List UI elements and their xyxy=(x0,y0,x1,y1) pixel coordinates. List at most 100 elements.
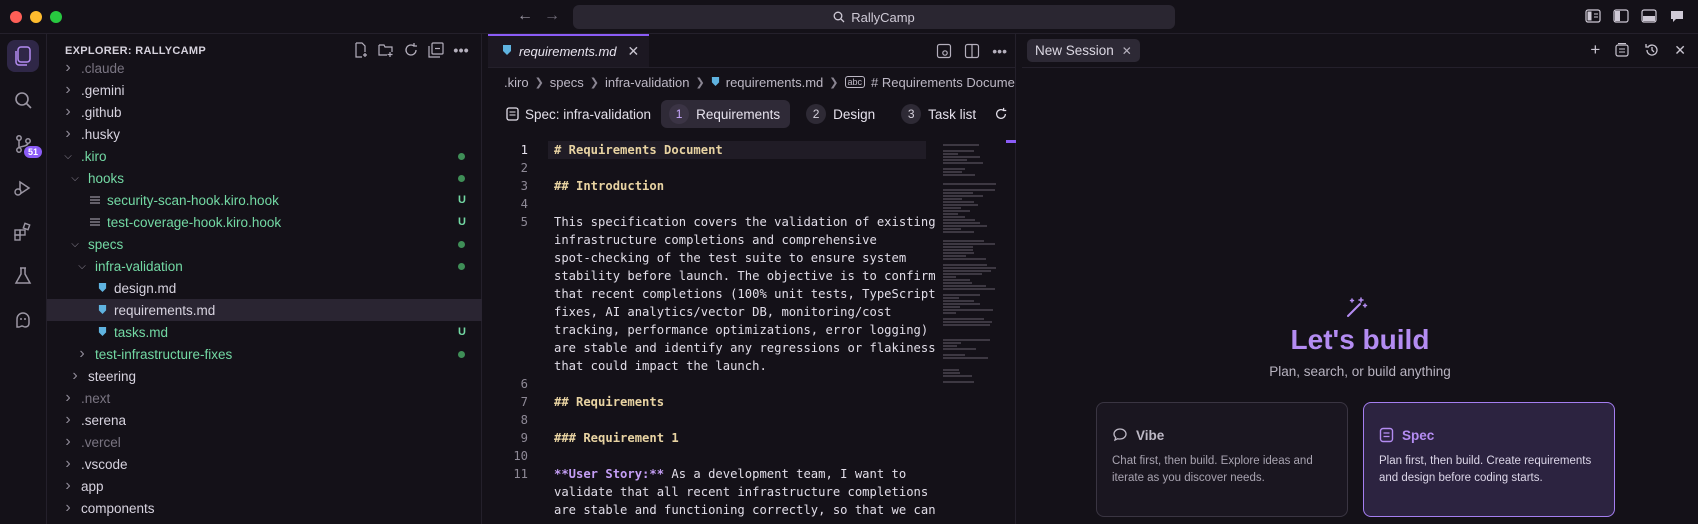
open-preview-icon[interactable] xyxy=(936,43,952,62)
tree-item[interactable]: › app xyxy=(47,475,482,497)
step-requirements[interactable]: 1 Requirements xyxy=(661,100,791,128)
vibe-mode-card[interactable]: Vibe Chat first, then build. Explore ide… xyxy=(1096,402,1348,517)
chevron-down-icon[interactable]: ⌵ xyxy=(68,239,82,250)
line-text: This specification covers the validation… xyxy=(554,215,936,229)
tree-item-label: specs xyxy=(88,236,124,252)
tree-item[interactable]: › test-infrastructure-fixes xyxy=(47,343,482,365)
history-icon[interactable] xyxy=(1644,42,1660,61)
chevron-down-icon[interactable]: ⌵ xyxy=(75,261,89,272)
minimap[interactable] xyxy=(943,144,999,524)
activity-search-icon[interactable] xyxy=(7,84,39,116)
chevron-right-icon[interactable]: › xyxy=(61,433,75,451)
minimap-line xyxy=(943,150,974,152)
tree-item[interactable]: › .gemini xyxy=(47,79,482,101)
tree-item[interactable]: ⌵ hooks xyxy=(47,167,482,189)
editor-more-icon[interactable]: ••• xyxy=(992,43,1007,62)
chevron-down-icon[interactable]: ⌵ xyxy=(61,151,75,162)
spec-mode-card[interactable]: Spec Plan first, then build. Create requ… xyxy=(1363,402,1615,517)
code-line: 7 ## Requirements xyxy=(488,393,938,411)
chevron-right-icon[interactable]: › xyxy=(61,389,75,407)
chevron-right-icon[interactable]: › xyxy=(61,411,75,429)
tree-item[interactable]: ⌵ specs xyxy=(47,233,482,255)
minimap-line xyxy=(943,174,975,176)
chevron-right-icon[interactable]: › xyxy=(61,125,75,143)
tree-item[interactable]: requirements.md xyxy=(47,299,482,321)
close-window-button[interactable] xyxy=(10,11,22,23)
markdown-file-icon xyxy=(96,325,108,340)
tree-item[interactable]: test-coverage-hook.kiro.hook U xyxy=(47,211,482,233)
activity-run-debug-icon[interactable] xyxy=(7,172,39,204)
chevron-right-icon[interactable]: › xyxy=(61,59,75,77)
tree-item[interactable]: › .github xyxy=(47,101,482,123)
tree-item[interactable]: › steering xyxy=(47,365,482,387)
activity-kiro-ghost-icon[interactable] xyxy=(7,304,39,336)
breadcrumb-item[interactable]: specs xyxy=(550,75,584,90)
minimap-line xyxy=(943,324,990,326)
tree-item[interactable]: ⌵ .kiro xyxy=(47,145,482,167)
tree-item[interactable]: tasks.md U xyxy=(47,321,482,343)
chevron-right-icon[interactable]: › xyxy=(61,81,75,99)
refresh-spec-button[interactable]: Re xyxy=(994,107,1015,122)
activity-explorer-icon[interactable] xyxy=(7,40,39,72)
code-line: 11 **User Story:** As a development team,… xyxy=(488,465,938,483)
tree-item[interactable]: ⌵ infra-validation xyxy=(47,255,482,277)
minimize-window-button[interactable] xyxy=(30,11,42,23)
breadcrumb-item[interactable]: # Requirements Document xyxy=(871,75,1015,90)
tree-item[interactable]: › .next xyxy=(47,387,482,409)
close-tab-icon[interactable]: ✕ xyxy=(628,43,640,60)
chevron-right-icon[interactable]: › xyxy=(61,103,75,121)
code-line: 3 ## Introduction xyxy=(488,177,938,195)
chevron-down-icon[interactable]: ⌵ xyxy=(68,173,82,184)
chevron-right-icon: ❯ xyxy=(829,76,839,89)
tree-item[interactable]: › .husky xyxy=(47,123,482,145)
tree-item[interactable]: design.md xyxy=(47,277,482,299)
tree-item[interactable]: › components xyxy=(47,497,482,519)
activity-testing-icon[interactable] xyxy=(7,260,39,292)
chevron-right-icon[interactable]: › xyxy=(61,477,75,495)
activity-source-control-icon[interactable]: 51 xyxy=(7,128,42,160)
git-modified-dot xyxy=(458,174,465,182)
breadcrumb-item[interactable]: requirements.md xyxy=(726,75,824,90)
code-editor[interactable]: 1 # Requirements Document 2 3 ## Introductio… xyxy=(488,140,1016,524)
session-list-icon[interactable] xyxy=(1614,42,1630,61)
toggle-panel-icon[interactable] xyxy=(1640,8,1658,24)
tab-requirements-md[interactable]: requirements.md ✕ xyxy=(488,34,650,67)
tree-item[interactable]: › .vercel xyxy=(47,431,482,453)
command-search-bar[interactable]: RallyCamp xyxy=(573,5,1175,29)
new-session-plus-icon[interactable]: + xyxy=(1590,41,1600,61)
chevron-right-icon[interactable]: › xyxy=(61,455,75,473)
step-task-list[interactable]: 3 Task list xyxy=(893,100,986,128)
spec-card-description: Plan first, then build. Create requireme… xyxy=(1379,455,1592,484)
close-session-icon[interactable]: ✕ xyxy=(1122,44,1132,58)
chat-icon[interactable] xyxy=(1668,8,1686,24)
scrollbar-thumb[interactable] xyxy=(1006,140,1016,143)
tree-item[interactable]: › .claude xyxy=(47,57,482,79)
breadcrumb-item[interactable]: infra-validation xyxy=(605,75,690,90)
tab-new-session[interactable]: New Session ✕ xyxy=(1027,39,1140,62)
code-line: that recent completions (100% unit tests… xyxy=(488,285,938,303)
tree-item-label: .claude xyxy=(81,60,125,76)
chevron-right-icon[interactable]: › xyxy=(75,345,89,363)
line-number: 8 xyxy=(520,413,528,427)
activity-extensions-icon[interactable] xyxy=(7,216,39,248)
tree-item[interactable]: › .vscode xyxy=(47,453,482,475)
toggle-sidebar-icon[interactable] xyxy=(1612,8,1630,24)
minimap-line xyxy=(943,303,980,305)
tree-item[interactable]: security-scan-hook.kiro.hook U xyxy=(47,189,482,211)
close-panel-icon[interactable]: ✕ xyxy=(1674,42,1686,61)
back-arrow-icon[interactable]: ← xyxy=(517,7,533,25)
maximize-window-button[interactable] xyxy=(50,11,62,23)
tree-item[interactable]: › .serena xyxy=(47,409,482,431)
step-design[interactable]: 2 Design xyxy=(798,100,885,128)
forward-arrow-icon[interactable]: → xyxy=(544,7,560,25)
minimap-line xyxy=(943,270,991,272)
chevron-right-icon[interactable]: › xyxy=(68,367,82,385)
explorer-title: EXPLORER: RALLYCAMP xyxy=(65,45,206,57)
tree-item-label: .kiro xyxy=(81,148,107,164)
customize-layout-icon[interactable] xyxy=(1584,8,1602,24)
breadcrumb-item[interactable]: .kiro xyxy=(504,75,529,90)
split-editor-icon[interactable] xyxy=(964,43,980,62)
activity-bar: 51 xyxy=(0,34,47,524)
chevron-right-icon[interactable]: › xyxy=(61,499,75,517)
source-control-badge: 51 xyxy=(23,146,42,158)
